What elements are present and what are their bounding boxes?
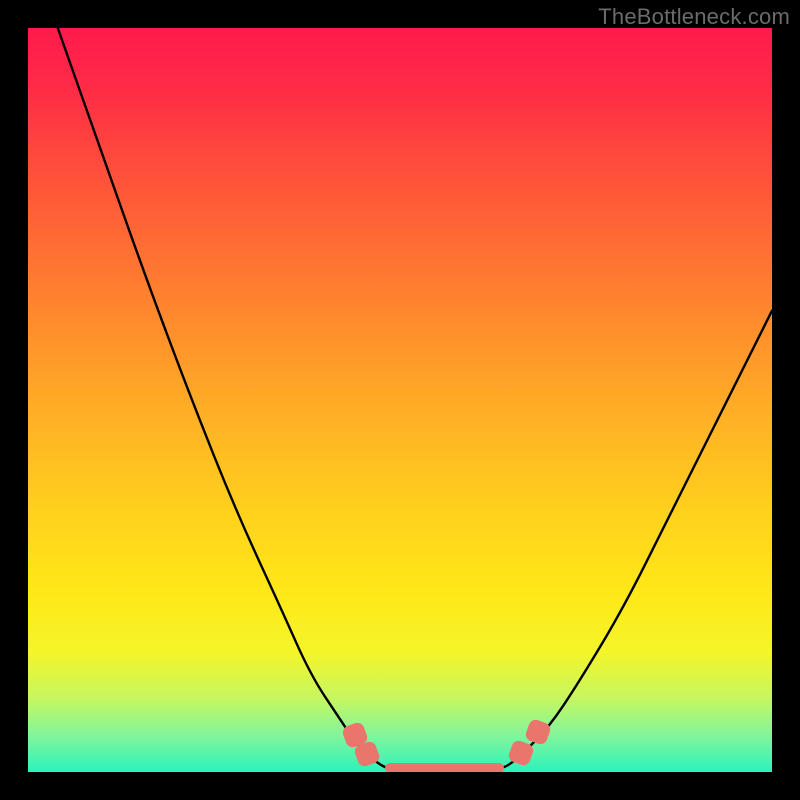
bottleneck-curve [28,28,772,772]
plot-area [28,28,772,772]
watermark-text: TheBottleneck.com [598,4,790,30]
floor-bar [385,763,504,772]
chart-frame: TheBottleneck.com [0,0,800,800]
